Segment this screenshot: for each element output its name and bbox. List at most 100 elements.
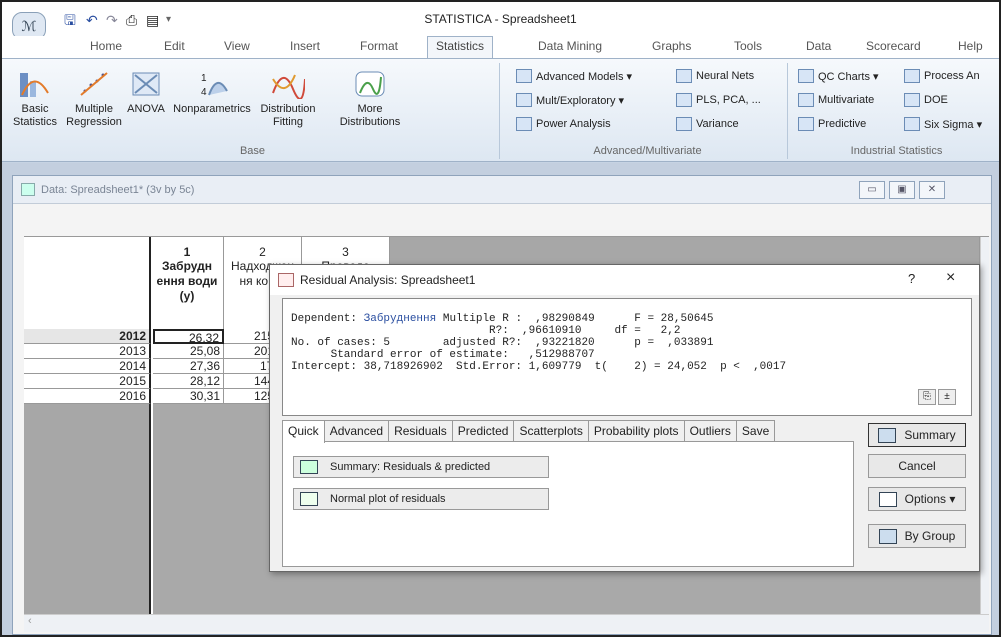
copy-icon[interactable]: ⎘ <box>918 389 936 405</box>
corner-header[interactable] <box>24 237 151 329</box>
anova-button[interactable]: ANOVA <box>126 69 166 116</box>
residual-analysis-icon <box>278 273 294 287</box>
distribution-fitting-button[interactable]: Distribution Fitting <box>256 69 320 129</box>
normal-plot-residuals-button[interactable]: Normal plot of residuals <box>293 488 549 510</box>
row-header-2013[interactable]: 2013 <box>24 344 151 359</box>
neural-nets-button[interactable]: Neural Nets <box>676 69 754 83</box>
tab-insert[interactable]: Insert <box>290 39 320 53</box>
minimize-icon[interactable]: ▭ <box>859 181 885 199</box>
app-window: ℳ 🖫 ↶ ↷ ⎙ ▤ ▾ STATISTICA - Spreadsheet1 … <box>0 0 1001 637</box>
ribbon-tabs: Home Edit View Insert Format Statistics … <box>2 36 999 59</box>
mult-exploratory-icon <box>516 93 532 107</box>
results-toolbar: ⎘ ± <box>918 389 956 405</box>
maximize-icon[interactable]: ▣ <box>889 181 915 199</box>
column-header-1[interactable]: 1 Забрудн ення води (y) <box>151 237 224 329</box>
variance-icon <box>676 117 692 131</box>
doe-icon <box>904 93 920 107</box>
tab-probability-plots[interactable]: Probability plots <box>587 420 685 442</box>
nonparametrics-button[interactable]: 14 Nonparametrics <box>170 69 254 116</box>
spreadsheet-icon <box>21 183 35 196</box>
tab-statistics[interactable]: Statistics <box>427 36 494 59</box>
quick-tab-panel: Summary: Residuals & predicted Normal pl… <box>282 441 854 567</box>
vertical-scrollbar[interactable] <box>980 237 989 617</box>
cell-y-2014[interactable]: 27,36 <box>153 359 224 374</box>
empty-row-headers <box>24 404 151 617</box>
row-header-2016[interactable]: 2016 <box>24 389 151 404</box>
predictive-button[interactable]: Predictive <box>798 117 866 131</box>
title-bar: ℳ 🖫 ↶ ↷ ⎙ ▤ ▾ STATISTICA - Spreadsheet1 <box>2 2 999 40</box>
multivariate-icon <box>798 93 814 107</box>
svg-text:4: 4 <box>201 87 207 98</box>
spreadsheet-title: Data: Spreadsheet1* (3v by 5c) <box>41 184 195 196</box>
tab-edit[interactable]: Edit <box>164 39 185 53</box>
process-analysis-icon <box>904 69 920 83</box>
process-analysis-button[interactable]: Process An <box>904 69 980 83</box>
residual-analysis-dialog: Residual Analysis: Spreadsheet1 ? × Depe… <box>269 264 980 572</box>
options-icon <box>878 491 897 507</box>
cancel-button[interactable]: Cancel <box>868 454 966 478</box>
basic-statistics-icon <box>20 73 49 97</box>
cell-y-2015[interactable]: 28,12 <box>153 374 224 389</box>
tab-tools[interactable]: Tools <box>734 39 762 53</box>
row-header-2014[interactable]: 2014 <box>24 359 151 374</box>
more-distributions-button[interactable]: More Distributions <box>338 69 402 129</box>
tab-outliers[interactable]: Outliers <box>683 420 737 442</box>
tab-quick[interactable]: Quick <box>282 420 325 443</box>
six-sigma-icon <box>904 117 920 131</box>
tab-advanced[interactable]: Advanced <box>323 420 390 442</box>
tab-predicted[interactable]: Predicted <box>451 420 515 442</box>
tab-format[interactable]: Format <box>360 39 398 53</box>
cell-y-2012[interactable]: 26,32 <box>153 329 224 345</box>
group-label-advanced: Advanced/Multivariate <box>593 145 702 157</box>
summary-residuals-predicted-button[interactable]: Summary: Residuals & predicted <box>293 456 549 478</box>
tab-scatterplots[interactable]: Scatterplots <box>513 420 589 442</box>
regression-icon <box>80 72 108 96</box>
doe-button[interactable]: DOE <box>904 93 948 107</box>
variance-button[interactable]: Variance <box>676 117 739 131</box>
horizontal-scrollbar[interactable]: ‹ <box>24 614 989 632</box>
results-summary: Dependent: Забруднення Multiple R : ,982… <box>282 298 972 416</box>
qc-charts-button[interactable]: QC Charts ▾ <box>798 69 879 83</box>
tab-data-mining[interactable]: Data Mining <box>538 39 602 53</box>
tab-data[interactable]: Data <box>806 39 831 53</box>
row-header-2012[interactable]: 2012 <box>24 329 151 344</box>
tab-home[interactable]: Home <box>90 39 122 53</box>
anova-icon <box>132 72 160 96</box>
by-group-button[interactable]: By Group <box>868 524 966 548</box>
advanced-models-icon <box>516 69 532 83</box>
basic-statistics-button[interactable]: Basic Statistics <box>8 69 62 129</box>
group-label-industrial: Industrial Statistics <box>850 145 943 157</box>
tab-graphs[interactable]: Graphs <box>652 39 691 53</box>
distribution-fitting-icon <box>272 74 305 99</box>
mult-exploratory-button[interactable]: Mult/Exploratory ▾ <box>516 93 624 107</box>
cell-y-2013[interactable]: 25,08 <box>153 344 224 359</box>
tab-view[interactable]: View <box>224 39 250 53</box>
tab-residuals[interactable]: Residuals <box>388 420 453 442</box>
pls-pca-button[interactable]: PLS, PCA, ... <box>676 93 761 107</box>
window-title: STATISTICA - Spreadsheet1 <box>424 12 577 26</box>
options-button[interactable]: Options ▾ <box>868 487 966 511</box>
multiple-regression-button[interactable]: Multiple Regression <box>66 69 122 129</box>
spreadsheet-title-bar: Data: Spreadsheet1* (3v by 5c) ▭ ▣ ✕ <box>13 176 991 204</box>
dialog-close-icon[interactable]: × <box>946 269 955 287</box>
dialog-tabs: Quick Advanced Residuals Predicted Scatt… <box>282 420 776 443</box>
nonparametrics-icon: 14 <box>201 73 228 98</box>
advanced-models-button[interactable]: Advanced Models ▾ <box>516 69 632 83</box>
power-analysis-button[interactable]: Power Analysis <box>516 117 611 131</box>
neural-nets-icon <box>676 69 692 83</box>
tab-help[interactable]: Help <box>958 39 983 53</box>
dialog-title: Residual Analysis: Spreadsheet1 <box>300 273 476 287</box>
expand-icon[interactable]: ± <box>938 389 956 405</box>
tab-scorecard[interactable]: Scorecard <box>866 39 921 53</box>
group-advanced-multivariate: Advanced Models ▾ Neural Nets Mult/Explo… <box>508 63 788 159</box>
tab-save[interactable]: Save <box>735 420 776 442</box>
multivariate-button[interactable]: Multivariate <box>798 93 874 107</box>
qc-charts-icon <box>798 69 814 83</box>
cell-y-2016[interactable]: 30,31 <box>153 389 224 404</box>
by-group-icon <box>878 528 897 544</box>
six-sigma-button[interactable]: Six Sigma ▾ <box>904 117 982 131</box>
close-icon[interactable]: ✕ <box>919 181 945 199</box>
help-icon[interactable]: ? <box>908 271 915 286</box>
summary-button[interactable]: Summary <box>868 423 966 447</box>
row-header-2015[interactable]: 2015 <box>24 374 151 389</box>
